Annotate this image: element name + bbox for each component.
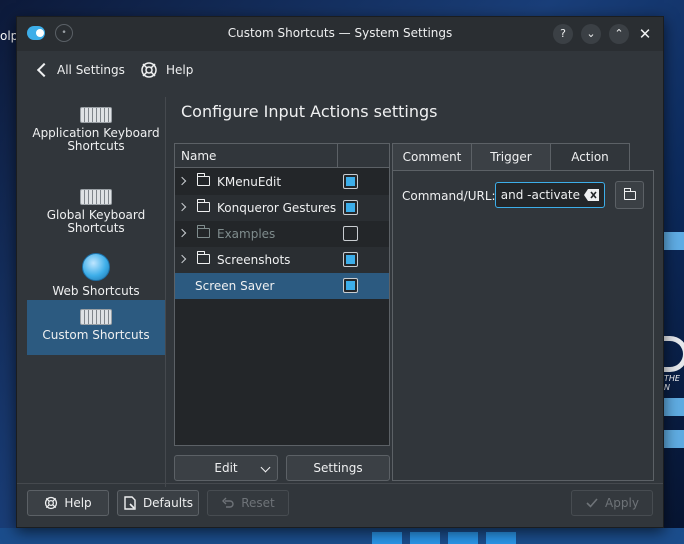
- sidebar-item-application-shortcuts[interactable]: Application Keyboard Shortcuts: [27, 107, 165, 177]
- enabled-checkbox[interactable]: [343, 226, 358, 241]
- defaults-button[interactable]: Defaults: [117, 490, 199, 516]
- clear-text-icon[interactable]: [584, 189, 599, 201]
- command-url-label: Command/URL:: [402, 189, 496, 203]
- expand-chevron-icon[interactable]: [177, 202, 187, 212]
- title-bar[interactable]: • Custom Shortcuts — System Settings ? ⌄…: [17, 17, 663, 51]
- all-settings-label: All Settings: [57, 63, 125, 77]
- column-divider: [337, 144, 338, 168]
- desktop-logo-text: THE N: [664, 374, 680, 392]
- tree-header[interactable]: Name: [175, 144, 389, 168]
- browse-button[interactable]: [615, 181, 644, 209]
- keyboard-icon: [80, 107, 112, 123]
- reset-label: Reset: [241, 496, 275, 510]
- desktop-band: [664, 232, 684, 250]
- help-button[interactable]: Help: [27, 490, 109, 516]
- system-settings-window: • Custom Shortcuts — System Settings ? ⌄…: [16, 16, 664, 528]
- reset-button[interactable]: Reset: [207, 490, 289, 516]
- settings-label: Settings: [313, 461, 363, 475]
- command-url-field[interactable]: [495, 182, 605, 208]
- settings-button[interactable]: Settings: [286, 455, 390, 481]
- sidebar-item-web-shortcuts[interactable]: Web Shortcuts: [27, 253, 165, 299]
- expand-chevron-icon[interactable]: [177, 176, 187, 186]
- command-url-input[interactable]: [496, 183, 584, 207]
- folder-icon: [196, 251, 210, 264]
- keyboard-icon: [80, 189, 112, 205]
- lifebuoy-icon: [141, 62, 157, 78]
- all-settings-button[interactable]: All Settings: [35, 59, 125, 81]
- help-window-button[interactable]: ?: [553, 24, 573, 44]
- expand-chevron-icon[interactable]: [177, 228, 187, 238]
- tree-row-examples[interactable]: Examples: [175, 221, 389, 247]
- edit-dropdown-button[interactable]: Edit: [174, 455, 278, 481]
- taskbar-item[interactable]: [410, 532, 440, 544]
- column-name-header[interactable]: Name: [181, 149, 216, 163]
- sidebar-item-label: Custom Shortcuts: [42, 328, 150, 342]
- tree-row-screen-saver[interactable]: Screen Saver: [175, 273, 389, 299]
- toolbar-help-button[interactable]: Help: [140, 59, 193, 81]
- row-name: Screenshots: [217, 253, 291, 267]
- document-defaults-icon: [124, 496, 136, 510]
- defaults-label: Defaults: [142, 496, 194, 510]
- enabled-checkbox[interactable]: [343, 174, 358, 189]
- toolbar: All Settings Help: [17, 51, 663, 87]
- row-name: Konqueror Gestures: [217, 201, 337, 215]
- taskbar: [0, 528, 684, 544]
- tree-row-konqueror-gestures[interactable]: Konqueror Gestures: [175, 195, 389, 221]
- tab-action[interactable]: Action: [550, 143, 630, 172]
- minimize-button[interactable]: ⌄: [581, 24, 601, 44]
- checkmark-icon: [586, 498, 598, 508]
- enabled-checkbox[interactable]: [343, 252, 358, 267]
- globe-icon: [82, 253, 110, 281]
- tab-bar: Comment Trigger Action: [392, 143, 654, 172]
- taskbar-item[interactable]: [486, 532, 516, 544]
- desktop-band: [664, 398, 684, 416]
- sidebar-item-label: Web Shortcuts: [52, 284, 140, 298]
- enabled-checkbox[interactable]: [343, 278, 358, 293]
- sidebar-item-custom-shortcuts[interactable]: Custom Shortcuts: [27, 300, 165, 355]
- close-button[interactable]: ✕: [635, 24, 655, 44]
- desktop-band: [664, 430, 684, 448]
- tab-trigger[interactable]: Trigger: [471, 143, 551, 171]
- actions-tree[interactable]: Name KMenuEdit Konqueror Gestures Exampl…: [174, 143, 390, 446]
- tab-comment[interactable]: Comment: [392, 143, 472, 171]
- sidebar-item-global-shortcuts[interactable]: Global Keyboard Shortcuts: [27, 189, 165, 245]
- row-name: Screen Saver: [195, 279, 275, 293]
- maximize-button[interactable]: ⌃: [609, 24, 629, 44]
- lifebuoy-icon: [45, 496, 58, 510]
- taskbar-item[interactable]: [448, 532, 478, 544]
- row-name: KMenuEdit: [217, 175, 282, 189]
- sidebar-divider: [165, 97, 166, 487]
- edit-label: Edit: [214, 461, 238, 475]
- keyboard-icon: [80, 309, 112, 325]
- sidebar-item-label: Global Keyboard Shortcuts: [46, 208, 146, 235]
- sidebar-item-label: Application Keyboard Shortcuts: [32, 126, 160, 153]
- row-name: Examples: [217, 227, 276, 241]
- toolbar-help-label: Help: [166, 63, 194, 77]
- tree-row-kmenuedit[interactable]: KMenuEdit: [175, 169, 389, 195]
- desktop-logo: [664, 336, 684, 372]
- undo-icon: [222, 497, 234, 508]
- page-title: Configure Input Actions settings: [181, 102, 438, 121]
- help-label: Help: [64, 496, 92, 510]
- folder-icon: [196, 173, 210, 186]
- apply-label: Apply: [605, 496, 639, 510]
- sidebar: Application Keyboard Shortcuts Global Ke…: [27, 97, 165, 487]
- apply-button[interactable]: Apply: [571, 490, 653, 516]
- folder-icon: [196, 225, 210, 238]
- tree-row-screenshots[interactable]: Screenshots: [175, 247, 389, 273]
- taskbar-item[interactable]: [372, 532, 402, 544]
- expand-chevron-icon[interactable]: [177, 254, 187, 264]
- folder-icon: [623, 188, 636, 200]
- chevron-left-icon: [36, 62, 52, 78]
- enabled-checkbox[interactable]: [343, 200, 358, 215]
- action-tab-panel: Command/URL:: [392, 170, 654, 481]
- chevron-down-icon: [260, 462, 271, 473]
- footer-divider: [17, 483, 663, 484]
- folder-icon: [196, 199, 210, 212]
